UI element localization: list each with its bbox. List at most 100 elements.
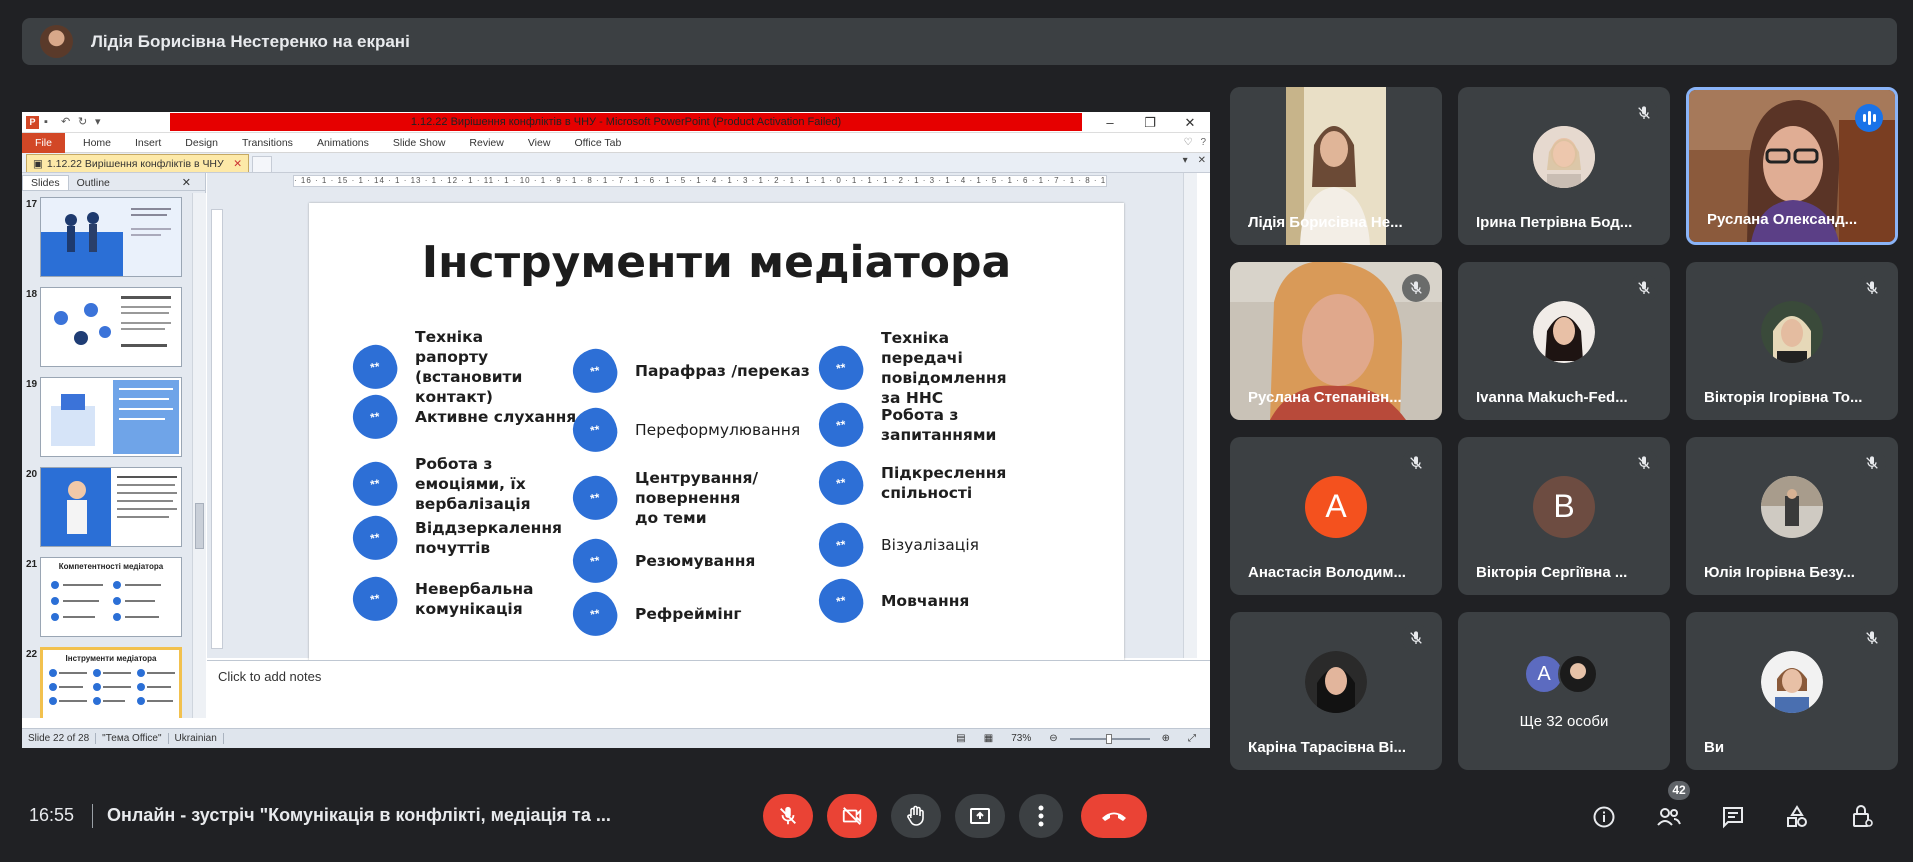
bullet-blob: ** <box>349 391 401 443</box>
bullet-blob: ** <box>569 404 621 456</box>
ribbon-tab-officetab[interactable]: Office Tab <box>562 137 633 149</box>
participant-tile[interactable]: Ірина Петрівна Бод... <box>1458 87 1670 245</box>
thumbnail-21[interactable]: 21 Компетентності медіатора <box>22 557 192 639</box>
thumbnails-scrollbar[interactable] <box>192 193 206 718</box>
more-options-button[interactable] <box>1019 794 1063 838</box>
ribbon-tab-file[interactable]: File <box>22 132 65 153</box>
mic-toggle-button[interactable] <box>763 794 813 838</box>
participant-tile[interactable]: Каріна Тарасівна Ві... <box>1230 612 1442 770</box>
ribbon-tab-animations[interactable]: Animations <box>305 137 381 149</box>
meet-window: Лідія Борисівна Нестеренко на екрані P ▪… <box>0 0 1913 862</box>
heart-icon[interactable]: ♡ <box>1183 137 1192 148</box>
participant-tile[interactable]: Ivanna Makuch-Fed... <box>1458 262 1670 420</box>
ppt-window-title: 1.12.22 Вирішення конфліктів в ЧНУ - Mic… <box>170 113 1082 131</box>
item-label: Активне слухання <box>415 407 577 426</box>
camera-toggle-button[interactable] <box>827 794 877 838</box>
ribbon-tab-design[interactable]: Design <box>173 137 230 149</box>
more-participants-tile[interactable]: A Ще 32 особи <box>1458 612 1670 770</box>
ribbon-tab-transitions[interactable]: Transitions <box>230 137 305 149</box>
participant-tile[interactable]: Юлія Ігорівна Безу... <box>1686 437 1898 595</box>
bullet-blob: ** <box>569 345 621 397</box>
leave-call-button[interactable] <box>1081 794 1147 838</box>
thumbnail-17[interactable]: 17 <box>22 197 192 279</box>
self-tile[interactable]: Ви <box>1686 612 1898 770</box>
help-icon[interactable]: ? <box>1200 137 1206 148</box>
item-label: Робота з емоціями, їх вербалізація <box>415 455 531 514</box>
ribbon-tab-slideshow[interactable]: Slide Show <box>381 137 458 149</box>
participant-avatar <box>1761 475 1823 538</box>
close-doc-icon[interactable]: ✕ <box>1198 155 1206 166</box>
zoom-out-icon[interactable]: ⊖ <box>1043 733 1063 744</box>
fit-window-icon[interactable]: ⤢ <box>1182 733 1202 744</box>
thumbnail-20[interactable]: 20 <box>22 467 192 549</box>
slides-pane-tabs: Slides Outline ✕ <box>22 173 205 191</box>
zoom-controls: ▤ ▦ 73% ⊖ ⊕ ⤢ <box>950 733 1210 744</box>
raise-hand-button[interactable] <box>891 794 941 838</box>
zoom-slider[interactable] <box>1069 733 1150 744</box>
present-button[interactable] <box>955 794 1005 838</box>
ribbon-tab-home[interactable]: Home <box>71 137 123 149</box>
tab-slides[interactable]: Slides <box>22 175 69 190</box>
close-window-icon[interactable]: ✕ <box>1170 112 1210 133</box>
presenting-banner: Лідія Борисівна Нестеренко на екрані <box>22 18 1897 65</box>
thumbnail-19[interactable]: 19 <box>22 377 192 459</box>
mic-off-icon <box>1858 624 1886 652</box>
bullet-blob: ** <box>349 341 401 393</box>
participant-tile[interactable]: Лідія Борисівна Не... <box>1230 87 1442 245</box>
thumbnail-18[interactable]: 18 <box>22 287 192 369</box>
notes-pane[interactable]: Click to add notes <box>207 660 1210 700</box>
people-button[interactable] <box>1656 804 1682 830</box>
bullet-blob: ** <box>349 573 401 625</box>
undo-icon[interactable]: ↶ <box>61 116 73 128</box>
activities-icon <box>1787 805 1807 827</box>
sorter-view-icon[interactable]: ▦ <box>978 733 999 744</box>
activities-button[interactable] <box>1784 804 1810 830</box>
editor-scrollbar[interactable] <box>1183 173 1197 658</box>
slide-item: ** Підкреслення спільності <box>815 457 1006 509</box>
host-controls-button[interactable] <box>1849 804 1875 830</box>
bullet-blob: ** <box>815 519 867 571</box>
redo-icon[interactable]: ↻ <box>78 116 90 128</box>
participant-name: Руслана Степанівн... <box>1248 389 1402 406</box>
ppt-titlebar: P ▪ ↶ ↻ ▾ 1.12.22 Вирішення конфліктів в… <box>22 112 1210 133</box>
chat-icon <box>1723 807 1743 829</box>
slides-pane: Slides Outline ✕ 17 18 19 20 21 Компетен… <box>22 173 206 718</box>
meeting-details-button[interactable] <box>1591 804 1617 830</box>
ribbon-tab-insert[interactable]: Insert <box>123 137 173 149</box>
participant-tile[interactable]: Вікторія Ігорівна То... <box>1686 262 1898 420</box>
meeting-title: Онлайн - зустріч "Комунікація в конфлікт… <box>107 805 611 825</box>
tab-list-icon[interactable]: ▾ <box>1183 155 1188 166</box>
close-pane-icon[interactable]: ✕ <box>174 175 199 190</box>
close-tab-icon[interactable]: ✕ <box>233 158 242 170</box>
new-tab-button[interactable] <box>252 156 272 172</box>
self-avatar <box>1761 650 1823 713</box>
customize-icon[interactable]: ▾ <box>95 116 107 128</box>
speaking-indicator-icon <box>1855 104 1883 132</box>
thumbnail-22[interactable]: 22 Інструменти медіатора <box>22 647 192 718</box>
normal-view-icon[interactable]: ▤ <box>950 733 971 744</box>
restore-icon[interactable]: ❐ <box>1130 112 1170 133</box>
slide-item: ** Центрування/ повернення до теми <box>569 468 765 528</box>
ribbon-tab-view[interactable]: View <box>516 137 563 149</box>
ribbon-tab-review[interactable]: Review <box>457 137 515 149</box>
scrollbar-thumb[interactable] <box>195 503 204 549</box>
zoom-in-icon[interactable]: ⊕ <box>1156 733 1176 744</box>
powerpoint-logo-icon: P <box>26 115 39 129</box>
minimize-icon[interactable]: – <box>1090 112 1130 133</box>
ppt-statusbar: Slide 22 of 28 "Тема Office" Ukrainian ▤… <box>22 728 1210 748</box>
save-icon[interactable]: ▪ <box>44 116 56 128</box>
thumb-number: 19 <box>26 379 38 390</box>
participant-tile-speaking[interactable]: Руслана Олександ... <box>1686 87 1898 245</box>
participant-tile[interactable]: В Вікторія Сергіївна ... <box>1458 437 1670 595</box>
thumb-number: 22 <box>26 649 38 660</box>
participant-tile[interactable]: А Анастасія Володим... <box>1230 437 1442 595</box>
document-tab[interactable]: ▣ 1.12.22 Вирішення конфліктів в ЧНУ ✕ <box>26 154 249 172</box>
end-call-icon <box>1102 812 1126 821</box>
slide-item: ** Рефреймінг <box>569 588 742 640</box>
current-slide[interactable]: Інструменти медіатора ** Техніка рапорту … <box>309 203 1124 661</box>
participant-tile[interactable]: Руслана Степанівн... <box>1230 262 1442 420</box>
chat-button[interactable] <box>1720 804 1746 830</box>
slide-editor: · 16 · 1 · 15 · 1 · 14 · 1 · 13 · 1 · 12… <box>207 173 1197 661</box>
mic-off-icon <box>1402 274 1430 302</box>
tab-outline[interactable]: Outline <box>69 176 118 190</box>
